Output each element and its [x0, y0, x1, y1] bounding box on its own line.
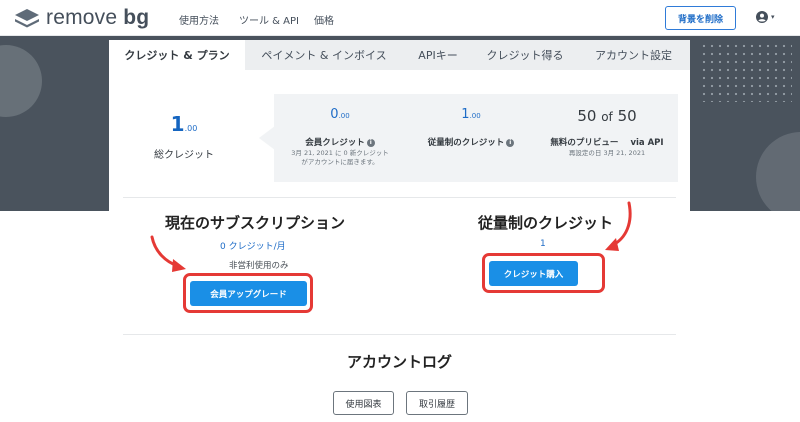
- usage-chart-button[interactable]: 使用図表: [333, 391, 394, 415]
- total-credits-label: 総クレジット: [154, 150, 214, 161]
- credits-summary: 0.00 会員クレジット i 3月 21, 2021 に 0 新クレジット がアカウ…: [274, 94, 678, 182]
- info-icon[interactable]: i: [506, 138, 515, 147]
- tab-credits-plans[interactable]: クレジット & プラン: [109, 40, 245, 70]
- payg-credits-label: 従量制のクレジット: [427, 138, 505, 148]
- via-api-label: via API: [630, 138, 664, 148]
- decorative-dots: [700, 42, 792, 102]
- free-previews-reset: 再設定の日 3月 21, 2021: [568, 149, 646, 157]
- subscription-rate: 0 クレジット/月: [220, 242, 286, 252]
- account-card: クレジット & プラン ペイメント & インボイス APIキー クレジット得る …: [109, 40, 690, 422]
- member-credits-note: 3月 21, 2021 に 0 新クレジット がアカウントに届きます。: [291, 149, 389, 166]
- nav-link-how-to[interactable]: 使用方法: [179, 12, 219, 27]
- tab-payments-invoices[interactable]: ペイメント & インボイス: [245, 40, 403, 70]
- tab-earn-credits[interactable]: クレジット得る: [473, 40, 577, 70]
- decorative-circle: [756, 132, 800, 211]
- payg-title: 従量制のクレジット: [478, 214, 614, 232]
- tab-account-settings[interactable]: アカウント設定: [577, 40, 690, 70]
- top-navbar: remove bg 使用方法 ツール & API 価格 背景を削除 ▾: [0, 0, 800, 36]
- payg-count: 1: [540, 239, 546, 249]
- payg-credits-value: 1.00: [461, 107, 481, 122]
- decorative-circle: [0, 45, 42, 117]
- subscription-note: 非営利使用のみ: [229, 261, 289, 271]
- account-tabs: クレジット & プラン ペイメント & インボイス APIキー クレジット得る …: [109, 40, 690, 70]
- nav-link-tools-api[interactable]: ツール & API: [239, 12, 299, 27]
- user-avatar-icon: [756, 11, 768, 23]
- highlight-box: [482, 253, 605, 293]
- remove-background-button[interactable]: 背景を削除: [665, 6, 736, 30]
- divider: [123, 197, 676, 198]
- member-credits-label: 会員クレジット: [305, 138, 365, 148]
- member-credits-value: 0.00: [330, 107, 350, 122]
- free-previews-label: 無料のプリビュー: [550, 138, 619, 148]
- logo-icon: [15, 9, 39, 28]
- subscription-title: 現在のサブスクリプション: [165, 214, 346, 232]
- tab-api-key[interactable]: APIキー: [403, 40, 473, 70]
- user-menu[interactable]: ▾: [756, 11, 775, 23]
- chevron-down-icon: ▾: [771, 13, 775, 21]
- free-previews: 50 of 50 無料のプリビュー via API 再設定の日 3月 21, 20…: [536, 94, 678, 182]
- total-credits: 1.00 総クレジット: [109, 94, 259, 182]
- account-log-title: アカウントログ: [346, 353, 452, 371]
- summary-pointer: [259, 126, 275, 150]
- divider: [123, 334, 676, 335]
- payg-credits: 1.00 従量制のクレジット i: [406, 94, 536, 182]
- logo[interactable]: remove bg: [14, 7, 149, 29]
- transaction-history-button[interactable]: 取引履歴: [406, 391, 468, 415]
- info-icon[interactable]: i: [366, 138, 375, 147]
- member-credits: 0.00 会員クレジット i 3月 21, 2021 に 0 新クレジット がアカウ…: [274, 94, 406, 182]
- logo-text: remove bg: [46, 6, 150, 29]
- nav-link-pricing[interactable]: 価格: [314, 12, 334, 27]
- total-credits-value: 1.00: [170, 112, 198, 136]
- highlight-box: [183, 273, 313, 313]
- free-previews-value: 50 of 50: [577, 107, 637, 125]
